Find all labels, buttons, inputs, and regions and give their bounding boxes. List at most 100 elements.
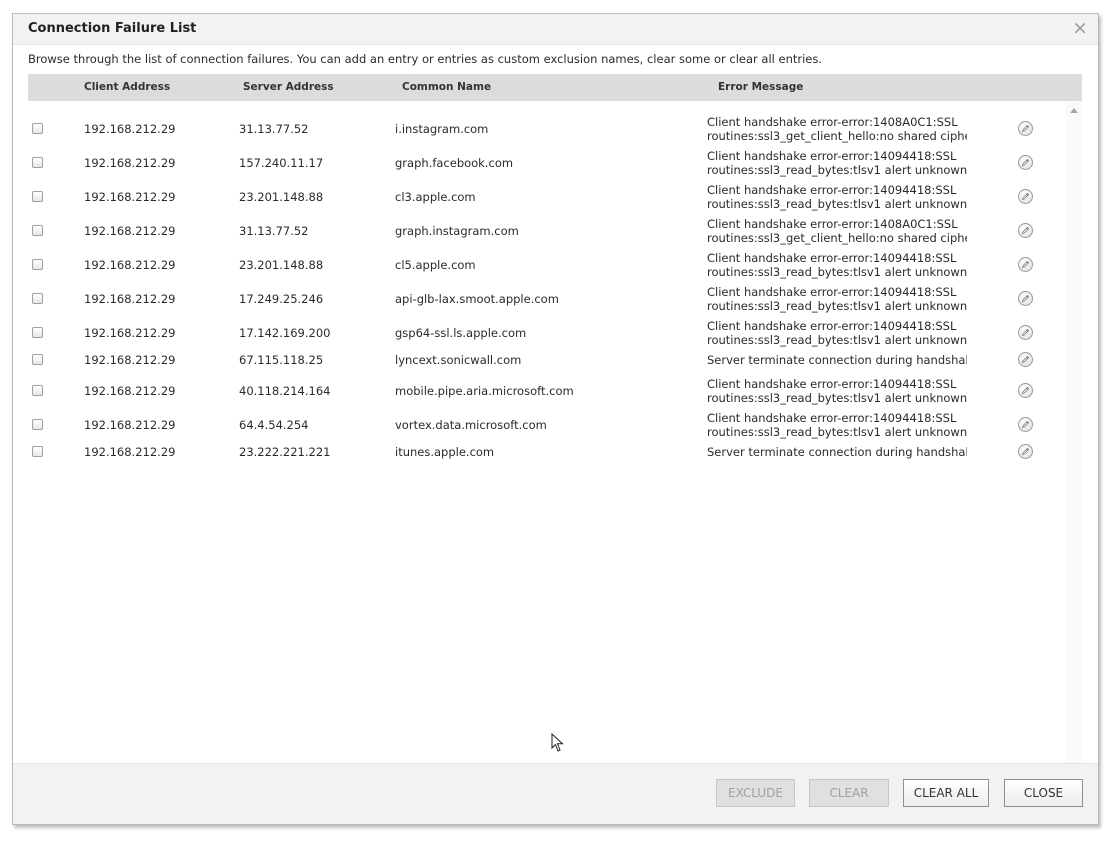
pencil-edit-icon[interactable]	[1018, 325, 1033, 340]
row-checkbox[interactable]	[32, 259, 43, 270]
error-message-cell: Client handshake error-error:14094418:SS…	[707, 285, 967, 313]
mouse-pointer-icon	[551, 732, 565, 757]
error-message-line: Client handshake error-error:14094418:SS…	[707, 183, 957, 197]
error-message-line: Server terminate connection during hands…	[707, 353, 967, 367]
error-message-line: routines:ssl3_read_bytes:tlsv1 alert unk…	[707, 299, 967, 313]
common-name-cell: graph.instagram.com	[395, 224, 519, 238]
vertical-scrollbar[interactable]	[1066, 101, 1082, 778]
client-address-cell: 192.168.212.29	[84, 418, 176, 432]
server-address-cell: 23.201.148.88	[239, 190, 324, 204]
row-checkbox[interactable]	[32, 191, 43, 202]
pencil-edit-icon[interactable]	[1018, 155, 1033, 170]
error-message-line: Server terminate connection during hands…	[707, 445, 967, 459]
close-icon[interactable]: ×	[1072, 17, 1088, 39]
common-name-cell: graph.facebook.com	[395, 156, 514, 170]
error-message-line: routines:ssl3_read_bytes:tlsv1 alert unk…	[707, 425, 967, 439]
error-message-line: Client handshake error-error:1408A0C1:SS…	[707, 217, 958, 231]
column-header-common-name[interactable]: Common Name	[402, 81, 491, 93]
column-header-server-address[interactable]: Server Address	[243, 81, 334, 93]
client-address-cell: 192.168.212.29	[84, 224, 176, 238]
error-message-cell: Client handshake error-error:14094418:SS…	[707, 377, 967, 405]
error-message-line: Client handshake error-error:14094418:SS…	[707, 377, 957, 391]
table-row[interactable]: 192.168.212.29 67.115.118.25 lyncext.sonic…	[28, 352, 1066, 367]
table-row[interactable]: 192.168.212.29 23.201.148.88 cl5.apple.com…	[28, 251, 1066, 279]
table-row[interactable]: 192.168.212.29 64.4.54.254 vortex.data.mic…	[28, 411, 1066, 439]
common-name-cell: cl5.apple.com	[395, 258, 476, 272]
client-address-cell: 192.168.212.29	[84, 156, 176, 170]
pencil-edit-icon[interactable]	[1018, 189, 1033, 204]
pencil-edit-icon[interactable]	[1018, 444, 1033, 459]
error-message-line: Client handshake error-error:14094418:SS…	[707, 149, 957, 163]
client-address-cell: 192.168.212.29	[84, 353, 176, 367]
table-row[interactable]: 192.168.212.29 23.201.148.88 cl3.apple.com…	[28, 183, 1066, 211]
error-message-cell: Client handshake error-error:1408A0C1:SS…	[707, 217, 967, 245]
server-address-cell: 17.249.25.246	[239, 292, 324, 306]
scroll-up-arrow-icon[interactable]	[1070, 108, 1078, 113]
pencil-edit-icon[interactable]	[1018, 223, 1033, 238]
row-checkbox[interactable]	[32, 385, 43, 396]
client-address-cell: 192.168.212.29	[84, 190, 176, 204]
row-checkbox[interactable]	[32, 293, 43, 304]
exclude-button[interactable]: EXCLUDE	[716, 779, 795, 807]
client-address-cell: 192.168.212.29	[84, 292, 176, 306]
table-row[interactable]: 192.168.212.29 31.13.77.52 i.instagram.com…	[28, 115, 1066, 143]
common-name-cell: lyncext.sonicwall.com	[395, 353, 522, 367]
error-message-line: Client handshake error-error:14094418:SS…	[707, 411, 957, 425]
dialog-description: Browse through the list of connection fa…	[28, 52, 823, 66]
server-address-cell: 17.142.169.200	[239, 326, 331, 340]
close-button[interactable]: CLOSE	[1004, 779, 1083, 807]
client-address-cell: 192.168.212.29	[84, 326, 176, 340]
clear-all-button[interactable]: CLEAR ALL	[903, 779, 989, 807]
error-message-line: Client handshake error-error:14094418:SS…	[707, 285, 957, 299]
row-checkbox[interactable]	[32, 225, 43, 236]
pencil-edit-icon[interactable]	[1018, 352, 1033, 367]
pencil-edit-icon[interactable]	[1018, 383, 1033, 398]
table-row[interactable]: 192.168.212.29 157.240.11.17 graph.faceboo…	[28, 149, 1066, 177]
row-checkbox[interactable]	[32, 354, 43, 365]
error-message-line: Client handshake error-error:1408A0C1:SS…	[707, 115, 958, 129]
error-message-line: routines:ssl3_get_client_hello:no shared…	[707, 231, 967, 245]
common-name-cell: vortex.data.microsoft.com	[395, 418, 547, 432]
table-row[interactable]: 192.168.212.29 40.118.214.164 mobile.pipe.…	[28, 377, 1066, 405]
table-row[interactable]: 192.168.212.29 17.249.25.246 api-glb-lax.s…	[28, 285, 1066, 313]
error-message-cell: Server terminate connection during hands…	[707, 445, 967, 459]
pencil-edit-icon[interactable]	[1018, 121, 1033, 136]
server-address-cell: 23.201.148.88	[239, 258, 324, 272]
dialog-title: Connection Failure List	[28, 21, 197, 36]
server-address-cell: 64.4.54.254	[239, 418, 309, 432]
common-name-cell: i.instagram.com	[395, 122, 489, 136]
error-message-cell: Client handshake error-error:14094418:SS…	[707, 251, 967, 279]
dialog-footer: EXCLUDE CLEAR CLEAR ALL CLOSE	[13, 763, 1098, 824]
dialog-titlebar: Connection Failure List ×	[13, 14, 1098, 45]
row-checkbox[interactable]	[32, 446, 43, 457]
pencil-edit-icon[interactable]	[1018, 291, 1033, 306]
error-message-line: Client handshake error-error:14094418:SS…	[707, 251, 957, 265]
pencil-edit-icon[interactable]	[1018, 257, 1033, 272]
server-address-cell: 31.13.77.52	[239, 122, 309, 136]
error-message-line: routines:ssl3_get_client_hello:no shared…	[707, 129, 967, 143]
clear-button[interactable]: CLEAR	[809, 779, 889, 807]
row-checkbox[interactable]	[32, 327, 43, 338]
error-message-line: routines:ssl3_read_bytes:tlsv1 alert unk…	[707, 163, 967, 177]
column-header-client-address[interactable]: Client Address	[84, 81, 170, 93]
row-checkbox[interactable]	[32, 419, 43, 430]
table-row[interactable]: 192.168.212.29 17.142.169.200 gsp64-ssl.ls…	[28, 319, 1066, 347]
error-message-cell: Client handshake error-error:14094418:SS…	[707, 183, 967, 211]
table-row[interactable]: 192.168.212.29 23.222.221.221 itunes.apple…	[28, 444, 1066, 459]
client-address-cell: 192.168.212.29	[84, 258, 176, 272]
table-row[interactable]: 192.168.212.29 31.13.77.52 graph.instagram…	[28, 217, 1066, 245]
row-checkbox[interactable]	[32, 123, 43, 134]
connection-failure-dialog: Connection Failure List × Browse through…	[12, 13, 1099, 825]
table-body: 192.168.212.29 31.13.77.52 i.instagram.com…	[28, 101, 1082, 778]
error-message-cell: Client handshake error-error:14094418:SS…	[707, 149, 967, 177]
error-message-line: routines:ssl3_read_bytes:tlsv1 alert unk…	[707, 391, 967, 405]
column-header-error-message[interactable]: Error Message	[718, 81, 803, 93]
row-checkbox[interactable]	[32, 157, 43, 168]
server-address-cell: 23.222.221.221	[239, 445, 331, 459]
error-message-cell: Client handshake error-error:14094418:SS…	[707, 411, 967, 439]
common-name-cell: gsp64-ssl.ls.apple.com	[395, 326, 527, 340]
pencil-edit-icon[interactable]	[1018, 417, 1033, 432]
server-address-cell: 157.240.11.17	[239, 156, 324, 170]
common-name-cell: mobile.pipe.aria.microsoft.com	[395, 384, 574, 398]
server-address-cell: 67.115.118.25	[239, 353, 324, 367]
